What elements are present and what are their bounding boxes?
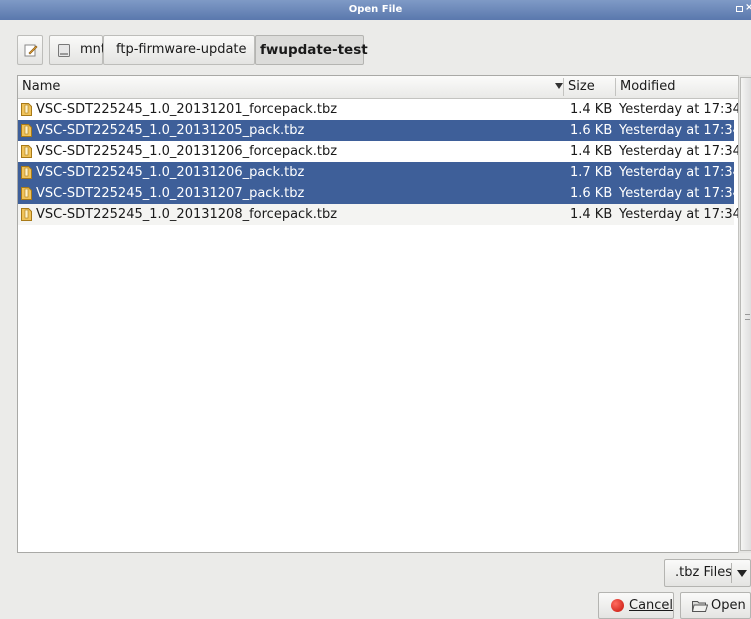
column-header: Name Size Modified (18, 76, 750, 99)
archive-file-icon (21, 187, 32, 200)
scrollbar-thumb[interactable] (740, 77, 751, 551)
file-size: 1.4 KB (570, 144, 613, 159)
file-size: 1.7 KB (570, 165, 613, 180)
column-divider[interactable] (615, 78, 616, 96)
window-titlebar[interactable]: Open File × (0, 0, 751, 20)
drive-icon (58, 44, 70, 57)
file-row[interactable]: VSC-SDT225245_1.0_20131206_forcepack.tbz… (18, 141, 741, 162)
archive-file-icon (21, 166, 32, 179)
file-list[interactable]: Name Size Modified VSC-SDT225245_1.0_201… (17, 75, 751, 553)
folder-open-icon (692, 601, 708, 612)
file-name: VSC-SDT225245_1.0_20131206_pack.tbz (36, 165, 305, 180)
file-row[interactable]: VSC-SDT225245_1.0_20131205_pack.tbz 1.6 … (18, 120, 741, 141)
stop-icon (611, 599, 624, 612)
file-row[interactable]: VSC-SDT225245_1.0_20131201_forcepack.tbz… (18, 99, 741, 120)
archive-file-icon (21, 124, 32, 137)
window-title: Open File (348, 4, 403, 15)
close-icon[interactable]: × (745, 2, 751, 16)
file-size: 1.4 KB (570, 102, 613, 117)
scrollbar-grip-icon (745, 314, 750, 320)
path-segment-ftp-firmware-update[interactable]: ftp-firmware-update (103, 35, 255, 65)
maximize-icon[interactable] (736, 6, 743, 12)
cancel-button[interactable]: Cancel (598, 592, 674, 619)
file-name: VSC-SDT225245_1.0_20131205_pack.tbz (36, 123, 305, 138)
vertical-scrollbar[interactable] (738, 75, 751, 553)
path-segment-label: ftp-firmware-update (116, 42, 247, 57)
file-modified: Yesterday at 17:34 (619, 207, 741, 222)
open-button[interactable]: Open (680, 592, 751, 619)
file-size: 1.6 KB (570, 186, 613, 201)
file-row[interactable]: VSC-SDT225245_1.0_20131208_forcepack.tbz… (18, 204, 741, 225)
archive-file-icon (21, 145, 32, 158)
column-header-size[interactable]: Size (568, 76, 595, 98)
archive-file-icon (21, 208, 32, 221)
file-modified: Yesterday at 17:34 (619, 144, 741, 159)
file-name: VSC-SDT225245_1.0_20131207_pack.tbz (36, 186, 305, 201)
file-modified: Yesterday at 17:34 (619, 186, 741, 201)
chevron-down-icon (737, 570, 747, 577)
column-divider[interactable] (563, 78, 564, 96)
column-header-name[interactable]: Name (22, 76, 60, 98)
file-name: VSC-SDT225245_1.0_20131208_forcepack.tbz (36, 207, 338, 222)
file-name: VSC-SDT225245_1.0_20131206_forcepack.tbz (36, 144, 338, 159)
archive-file-icon (21, 103, 32, 116)
type-location-button[interactable] (17, 35, 43, 65)
column-header-modified[interactable]: Modified (620, 76, 675, 98)
file-modified: Yesterday at 17:34 (619, 123, 741, 138)
file-type-filter[interactable]: .tbz Files (664, 559, 751, 587)
file-modified: Yesterday at 17:34 (619, 165, 741, 180)
file-size: 1.6 KB (570, 123, 613, 138)
file-row[interactable]: VSC-SDT225245_1.0_20131206_pack.tbz 1.7 … (18, 162, 741, 183)
file-name: VSC-SDT225245_1.0_20131201_forcepack.tbz (36, 102, 338, 117)
cancel-button-label: Cancel (629, 598, 674, 613)
filter-selected-value: .tbz Files (675, 565, 732, 580)
pencil-icon (24, 44, 38, 57)
path-segment-fwupdate-test[interactable]: fwupdate-test (255, 35, 368, 65)
path-segment-label: fwupdate-test (260, 42, 368, 58)
file-row[interactable]: VSC-SDT225245_1.0_20131207_pack.tbz 1.6 … (18, 183, 741, 204)
file-modified: Yesterday at 17:34 (619, 102, 741, 117)
open-button-label: Open (711, 598, 746, 613)
sort-arrow-icon (555, 83, 563, 89)
path-segment-mnt[interactable]: mnt (49, 35, 106, 65)
filter-divider (731, 563, 732, 583)
file-size: 1.4 KB (570, 207, 613, 222)
